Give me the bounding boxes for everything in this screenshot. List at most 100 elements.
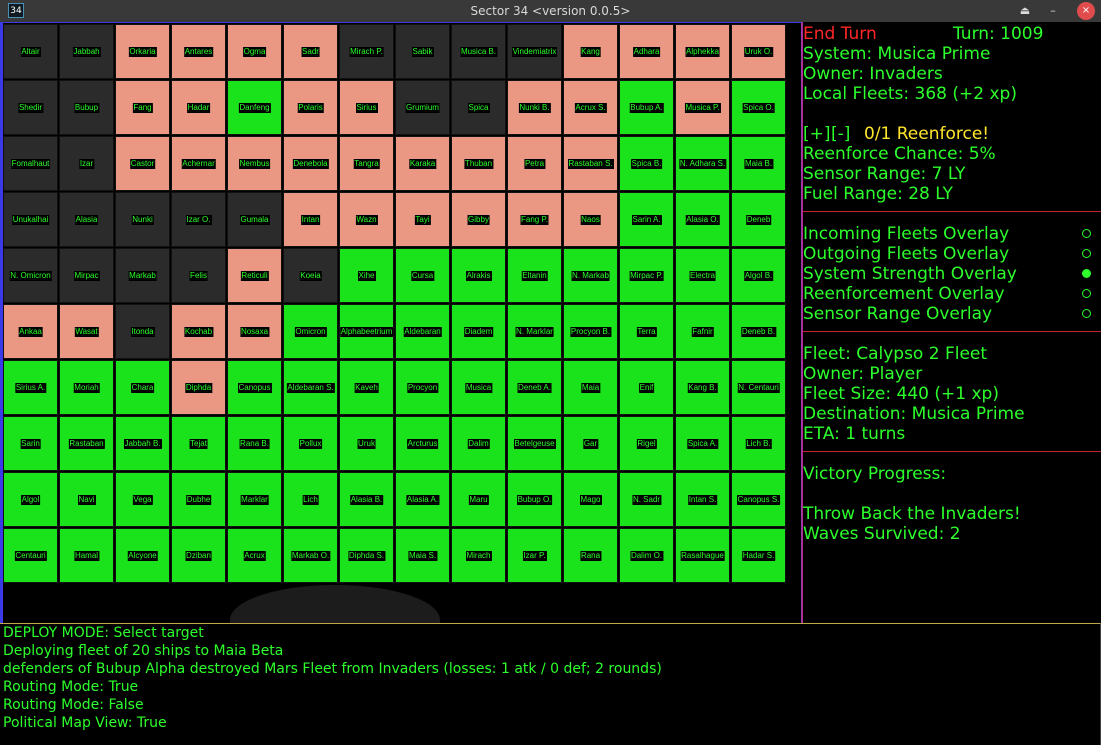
star-system-cell[interactable]: Aldebaran S. [283, 360, 338, 415]
star-system-cell[interactable]: Bubup A. [619, 80, 674, 135]
star-system-cell[interactable]: Algol [3, 472, 58, 527]
star-system-cell[interactable]: Uruk O. [731, 24, 786, 79]
reenforce-minus-button[interactable]: [-] [831, 124, 850, 144]
overlay-incoming-fleets[interactable]: Incoming Fleets Overlay [803, 224, 1101, 244]
star-system-cell[interactable]: Danfeng [227, 80, 282, 135]
star-system-cell[interactable]: Moriah [59, 360, 114, 415]
star-system-cell[interactable]: Rigel [619, 416, 674, 471]
overlay-outgoing-fleets[interactable]: Outgoing Fleets Overlay [803, 244, 1101, 264]
star-system-cell[interactable]: Izar [59, 136, 114, 191]
star-system-cell[interactable]: Mirach [451, 528, 506, 583]
star-system-cell[interactable]: Shedir [3, 80, 58, 135]
star-system-cell[interactable]: Gar [563, 416, 618, 471]
star-system-cell[interactable]: Vindemiatrix [507, 24, 562, 79]
star-system-cell[interactable]: Kang [563, 24, 618, 79]
star-system-cell[interactable]: Jabbah [59, 24, 114, 79]
star-system-cell[interactable]: Ankaa [3, 304, 58, 359]
star-system-cell[interactable]: Dalim [451, 416, 506, 471]
minimize-button[interactable]: – [1044, 2, 1062, 20]
star-system-cell[interactable]: Izar O. [171, 192, 226, 247]
star-system-cell[interactable]: Nunki [115, 192, 170, 247]
star-system-cell[interactable]: Procyon [395, 360, 450, 415]
star-system-cell[interactable]: Acrux S. [563, 80, 618, 135]
star-system-cell[interactable]: Dubhe [171, 472, 226, 527]
star-system-cell[interactable]: Spica A. [675, 416, 730, 471]
star-system-cell[interactable]: Omicron [283, 304, 338, 359]
reenforce-button[interactable]: 0/1 Reenforce! [864, 124, 989, 144]
star-system-cell[interactable]: N. Adhara S. [675, 136, 730, 191]
star-system-cell[interactable]: Adhara [619, 24, 674, 79]
star-system-cell[interactable]: Grumium [395, 80, 450, 135]
star-system-cell[interactable]: Rana B. [227, 416, 282, 471]
star-system-cell[interactable]: Karaka [395, 136, 450, 191]
star-system-cell[interactable]: Musica P. [675, 80, 730, 135]
star-system-cell[interactable]: N. Omicron [3, 248, 58, 303]
star-system-cell[interactable]: Maia [563, 360, 618, 415]
star-system-cell[interactable]: Kaveh [339, 360, 394, 415]
star-system-cell[interactable]: Alasia [59, 192, 114, 247]
star-system-cell[interactable]: Ogma [227, 24, 282, 79]
star-system-cell[interactable]: Tayi [395, 192, 450, 247]
star-system-cell[interactable]: Rastaban S. [563, 136, 618, 191]
star-system-cell[interactable]: Fang [115, 80, 170, 135]
star-system-cell[interactable]: N. Marklar [507, 304, 562, 359]
star-system-cell[interactable]: Musica [451, 360, 506, 415]
star-system-cell[interactable]: Alphekka [675, 24, 730, 79]
star-system-cell[interactable]: N. Markab [563, 248, 618, 303]
close-button[interactable]: × [1077, 2, 1095, 20]
star-system-cell[interactable]: Procyon B. [563, 304, 618, 359]
star-system-cell[interactable]: Musica B. [451, 24, 506, 79]
star-system-cell[interactable]: Unukalhai [3, 192, 58, 247]
star-system-cell[interactable]: Cursa [395, 248, 450, 303]
star-system-cell[interactable]: Izar P. [507, 528, 562, 583]
star-system-cell[interactable]: Thuban [451, 136, 506, 191]
star-system-cell[interactable]: Wazn [339, 192, 394, 247]
star-system-cell[interactable]: Spica B. [619, 136, 674, 191]
star-system-cell[interactable]: Intan S. [675, 472, 730, 527]
star-system-cell[interactable]: Uruk [339, 416, 394, 471]
star-system-cell[interactable]: Diadem [451, 304, 506, 359]
star-system-cell[interactable]: Alcyone [115, 528, 170, 583]
overlay-radio-selected[interactable] [1082, 269, 1091, 278]
star-system-cell[interactable]: Enif [619, 360, 674, 415]
star-system-cell[interactable]: Kochab [171, 304, 226, 359]
star-system-cell[interactable]: Maru [451, 472, 506, 527]
star-system-cell[interactable]: Hadar [171, 80, 226, 135]
star-system-cell[interactable]: Bubup O. [507, 472, 562, 527]
star-system-cell[interactable]: Nosaxa [227, 304, 282, 359]
star-system-cell[interactable]: Sadr [283, 24, 338, 79]
star-system-cell[interactable]: Orkaria [115, 24, 170, 79]
star-system-cell[interactable]: Koeia [283, 248, 338, 303]
star-system-cell[interactable]: Reticuli [227, 248, 282, 303]
star-system-cell[interactable]: Hadar S. [731, 528, 786, 583]
star-system-cell[interactable]: Nembus [227, 136, 282, 191]
star-system-cell[interactable]: Wasat [59, 304, 114, 359]
star-system-cell[interactable]: Hamal [59, 528, 114, 583]
star-system-cell[interactable]: Rasalhague [675, 528, 730, 583]
star-system-cell[interactable]: Sirius A. [3, 360, 58, 415]
star-system-cell[interactable]: Alrakis [451, 248, 506, 303]
star-system-cell[interactable]: Sabik [395, 24, 450, 79]
star-system-cell[interactable]: Jabbah B. [115, 416, 170, 471]
star-system-cell[interactable]: Pollux [283, 416, 338, 471]
star-system-cell[interactable]: Deneb A. [507, 360, 562, 415]
star-system-cell[interactable]: Alasia B. [339, 472, 394, 527]
star-system-cell[interactable]: Acrux [227, 528, 282, 583]
star-system-cell[interactable]: Xihe [339, 248, 394, 303]
star-system-cell[interactable]: Felis [171, 248, 226, 303]
star-system-cell[interactable]: Maia B. [731, 136, 786, 191]
overlay-sensor-range[interactable]: Sensor Range Overlay [803, 304, 1101, 324]
star-system-cell[interactable]: Lich B. [731, 416, 786, 471]
star-system-cell[interactable]: Eltanin [507, 248, 562, 303]
star-system-cell[interactable]: Mirpac P. [619, 248, 674, 303]
star-system-cell[interactable]: Petra [507, 136, 562, 191]
star-system-cell[interactable]: Canopus [227, 360, 282, 415]
star-system-cell[interactable]: Achernar [171, 136, 226, 191]
star-system-cell[interactable]: Spica [451, 80, 506, 135]
end-turn-button[interactable]: End Turn [803, 24, 877, 44]
star-system-cell[interactable]: Alasia A. [395, 472, 450, 527]
star-system-cell[interactable]: Sarin A. [619, 192, 674, 247]
reenforce-plus-button[interactable]: [+] [803, 124, 831, 144]
star-system-cell[interactable]: Dziban [171, 528, 226, 583]
overlay-radio[interactable] [1082, 229, 1091, 238]
